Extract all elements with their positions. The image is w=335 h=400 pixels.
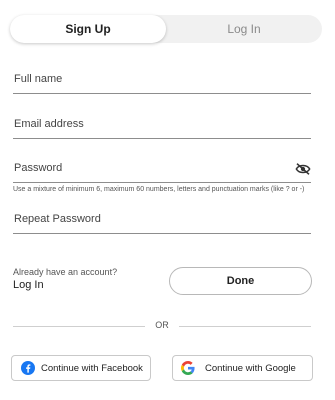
or-divider: OR bbox=[13, 320, 311, 334]
done-button[interactable]: Done bbox=[169, 267, 312, 295]
password-field[interactable]: Password bbox=[13, 161, 311, 183]
full-name-input[interactable] bbox=[13, 72, 311, 93]
eye-off-icon[interactable] bbox=[295, 163, 311, 175]
tab-sign-up[interactable]: Sign Up bbox=[10, 15, 166, 43]
or-text: OR bbox=[155, 320, 169, 330]
repeat-password-field[interactable]: Repeat Password bbox=[13, 212, 311, 234]
divider-line-right bbox=[179, 326, 311, 327]
facebook-icon bbox=[21, 361, 35, 375]
repeat-password-input[interactable] bbox=[13, 212, 311, 233]
continue-with-google-button[interactable]: Continue with Google bbox=[172, 355, 313, 381]
continue-with-facebook-button[interactable]: Continue with Facebook bbox=[11, 355, 151, 381]
log-in-link[interactable]: Log In bbox=[13, 279, 44, 291]
full-name-field[interactable]: Full name bbox=[13, 72, 311, 94]
google-button-label: Continue with Google bbox=[205, 362, 296, 374]
already-account-text: Already have an account? bbox=[13, 267, 118, 277]
password-hint: Use a mixture of minimum 6, maximum 60 n… bbox=[13, 186, 305, 193]
password-input[interactable] bbox=[13, 161, 311, 182]
facebook-button-label: Continue with Facebook bbox=[41, 362, 143, 374]
email-field[interactable]: Email address bbox=[13, 117, 311, 139]
auth-tabs: Sign Up Log In bbox=[10, 15, 322, 43]
tab-log-in[interactable]: Log In bbox=[166, 15, 322, 43]
google-icon bbox=[181, 361, 195, 375]
email-input[interactable] bbox=[13, 117, 311, 138]
